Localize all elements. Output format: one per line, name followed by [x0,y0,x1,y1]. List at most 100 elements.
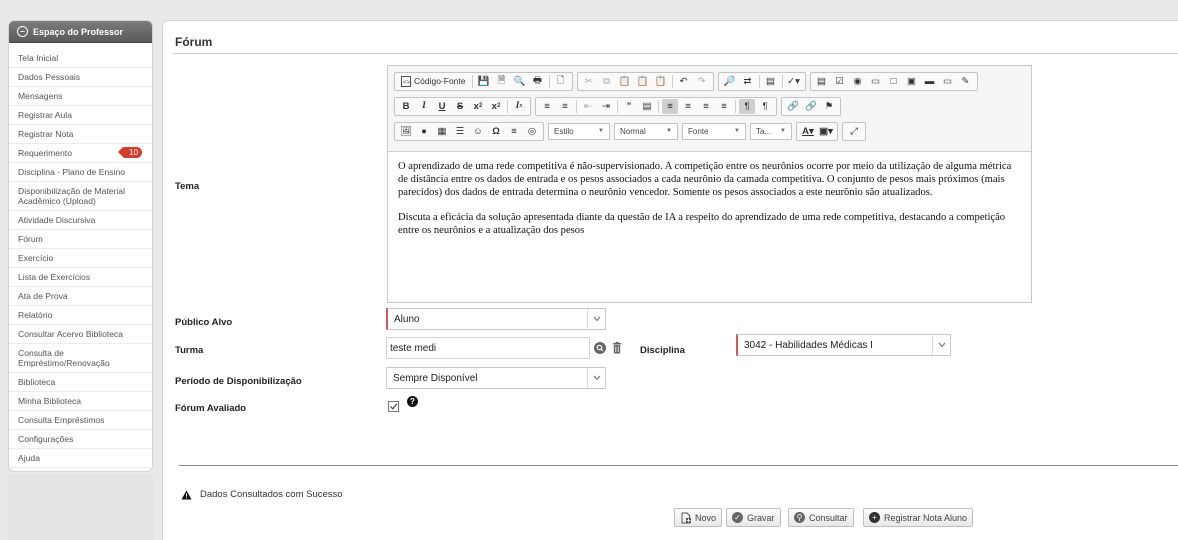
find-icon[interactable]: 🔎 [722,74,738,89]
sidebar-item-atividade-discursiva[interactable]: Atividade Discursiva [9,211,152,230]
remove-format-icon[interactable]: Ix [511,99,527,114]
underline-button[interactable]: U [434,99,450,114]
templates-icon[interactable]: 🗋 [553,74,569,89]
subscript-button[interactable]: x2 [470,99,486,114]
sidebar-item-lista-exercicios[interactable]: Lista de Exercícios [9,268,152,287]
redo-icon[interactable]: ↷ [694,74,710,89]
new-page-icon[interactable]: 🗎 [494,74,510,89]
format-combo[interactable]: Normal ▼ [614,122,678,140]
copy-icon[interactable]: ⧉ [599,74,615,89]
sidebar-item-registrar-nota[interactable]: Registrar Nota [9,125,152,144]
paste-text-icon[interactable]: 📋 [635,74,651,89]
sidebar-item-material-upload[interactable]: Disponibilização de Material Acadêmico (… [9,182,152,211]
align-left-icon[interactable]: ≡ [662,98,678,114]
table-icon[interactable]: ▦ [434,124,450,139]
help-icon[interactable]: ? [407,396,418,407]
align-center-icon[interactable]: ≡ [680,99,696,114]
preview-icon[interactable]: 🔍 [512,74,528,89]
sidebar-item-ajuda[interactable]: Ajuda [9,449,152,468]
button-field-icon[interactable]: ▬ [922,74,938,89]
sidebar-item-plano-de-ensino[interactable]: Disciplina - Plano de Ensino [9,163,152,182]
sidebar-item-emprestimo-renovacao[interactable]: Consulta de Empréstimo/Renovação [9,344,152,373]
publico-alvo-select[interactable]: Aluno [386,308,606,330]
sidebar-item-consulta-emprestimos[interactable]: Consulta Empréstimos [9,411,152,430]
horizontal-rule-icon[interactable]: ☰ [452,124,468,139]
save-icon[interactable]: 💾 [476,74,492,89]
novo-button[interactable]: Novo [674,508,723,527]
textarea-icon[interactable]: □ [886,74,902,89]
sidebar-item-biblioteca[interactable]: Biblioteca [9,373,152,392]
text-color-button[interactable]: A▾ [800,124,816,139]
select-all-icon[interactable]: ▤ [763,74,779,89]
collapse-icon[interactable]: − [17,26,28,37]
paste-word-icon[interactable]: 📋 [653,74,669,89]
rtl-icon[interactable]: ¶ [757,99,773,114]
cut-icon[interactable]: ✂ [581,74,597,89]
source-code-button[interactable]: <> Código-Fonte [398,74,469,89]
image-button-icon[interactable]: ▭ [940,74,956,89]
strikethrough-button[interactable]: S [452,99,468,114]
unlink-icon[interactable]: 🔗 [803,99,819,114]
outdent-icon[interactable]: ⇤ [580,99,596,114]
size-combo[interactable]: Ta... ▼ [750,122,792,140]
sidebar-item-tela-inicial[interactable]: Tela Inicial [9,49,152,68]
replace-icon[interactable]: ⇄ [740,74,756,89]
sidebar-item-ata-de-prova[interactable]: Ata de Prova [9,287,152,306]
sidebar-item-configuracoes[interactable]: Configurações [9,430,152,449]
select-field-icon[interactable]: ▣ [904,74,920,89]
sidebar-item-requerimento[interactable]: Requerimento 10 [9,144,152,163]
align-right-icon[interactable]: ≡ [698,99,714,114]
search-icon[interactable] [594,342,606,354]
sidebar-item-acervo-biblioteca[interactable]: Consultar Acervo Biblioteca [9,325,152,344]
italic-button[interactable]: I [416,99,432,114]
font-combo[interactable]: Fonte ▼ [682,122,746,140]
sidebar-item-forum[interactable]: Fórum [9,230,152,249]
link-icon[interactable]: 🔗 [785,99,801,114]
print-icon[interactable]: 🖶 [530,74,546,89]
ltr-icon[interactable]: ¶ [739,98,755,114]
div-icon[interactable]: ▤ [639,99,655,114]
checkbox-icon[interactable]: ☑ [832,74,848,89]
anchor-flag-icon[interactable]: ⚑ [821,99,837,114]
sidebar: − Espaço do Professor Tela Inicial Dados… [8,20,153,472]
sidebar-item-dados-pessoais[interactable]: Dados Pessoais [9,68,152,87]
maximize-icon[interactable]: ⤢ [846,124,862,139]
sidebar-item-registrar-aula[interactable]: Registrar Aula [9,106,152,125]
page-break-icon[interactable]: ≡ [506,124,522,139]
special-char-icon[interactable]: Ω [488,124,504,139]
forum-avaliado-checkbox[interactable] [388,401,399,412]
gravar-button[interactable]: ✓ Gravar [726,508,781,527]
editor-content[interactable]: O aprendizado de uma rede competitiva é … [388,152,1031,257]
image-icon[interactable]: 🖼 [398,124,414,139]
sidebar-item-minha-biblioteca[interactable]: Minha Biblioteca [9,392,152,411]
superscript-button[interactable]: x2 [488,99,504,114]
form-icon[interactable]: ▤ [814,74,830,89]
indent-icon[interactable]: ⇥ [598,99,614,114]
textfield-icon[interactable]: ▭ [868,74,884,89]
align-justify-icon[interactable]: ≡ [716,99,732,114]
numbered-list-icon[interactable]: ≡ [539,99,555,114]
paste-icon[interactable]: 📋 [617,74,633,89]
disciplina-select[interactable]: 3042 - Habilidades Médicas I [736,334,951,356]
consultar-button[interactable]: ⚲ Consultar [788,508,854,527]
registrar-nota-button[interactable]: + Registrar Nota Aluno [863,508,974,527]
radio-icon[interactable]: ◉ [850,74,866,89]
bulleted-list-icon[interactable]: ≡ [557,99,573,114]
flash-icon[interactable]: ● [416,124,432,139]
hidden-field-icon[interactable]: ✎ [958,74,974,89]
iframe-icon[interactable]: ◎ [524,124,540,139]
smiley-icon[interactable]: ☺ [470,124,486,139]
sidebar-header[interactable]: − Espaço do Professor [9,21,152,43]
bg-color-button[interactable]: ▣▾ [818,124,834,139]
blockquote-icon[interactable]: ” [621,99,637,114]
sidebar-item-exercicio[interactable]: Exercício [9,249,152,268]
style-combo[interactable]: Estilo ▼ [548,122,610,140]
bold-button[interactable]: B [398,99,414,114]
turma-input[interactable]: teste medi [386,337,590,359]
trash-icon[interactable] [611,341,622,354]
periodo-select[interactable]: Sempre Disponível [386,367,606,389]
sidebar-item-relatorio[interactable]: Relatório [9,306,152,325]
spellcheck-icon[interactable]: ✓▾ [786,74,802,89]
sidebar-item-mensagens[interactable]: Mensagens [9,87,152,106]
undo-icon[interactable]: ↶ [676,74,692,89]
